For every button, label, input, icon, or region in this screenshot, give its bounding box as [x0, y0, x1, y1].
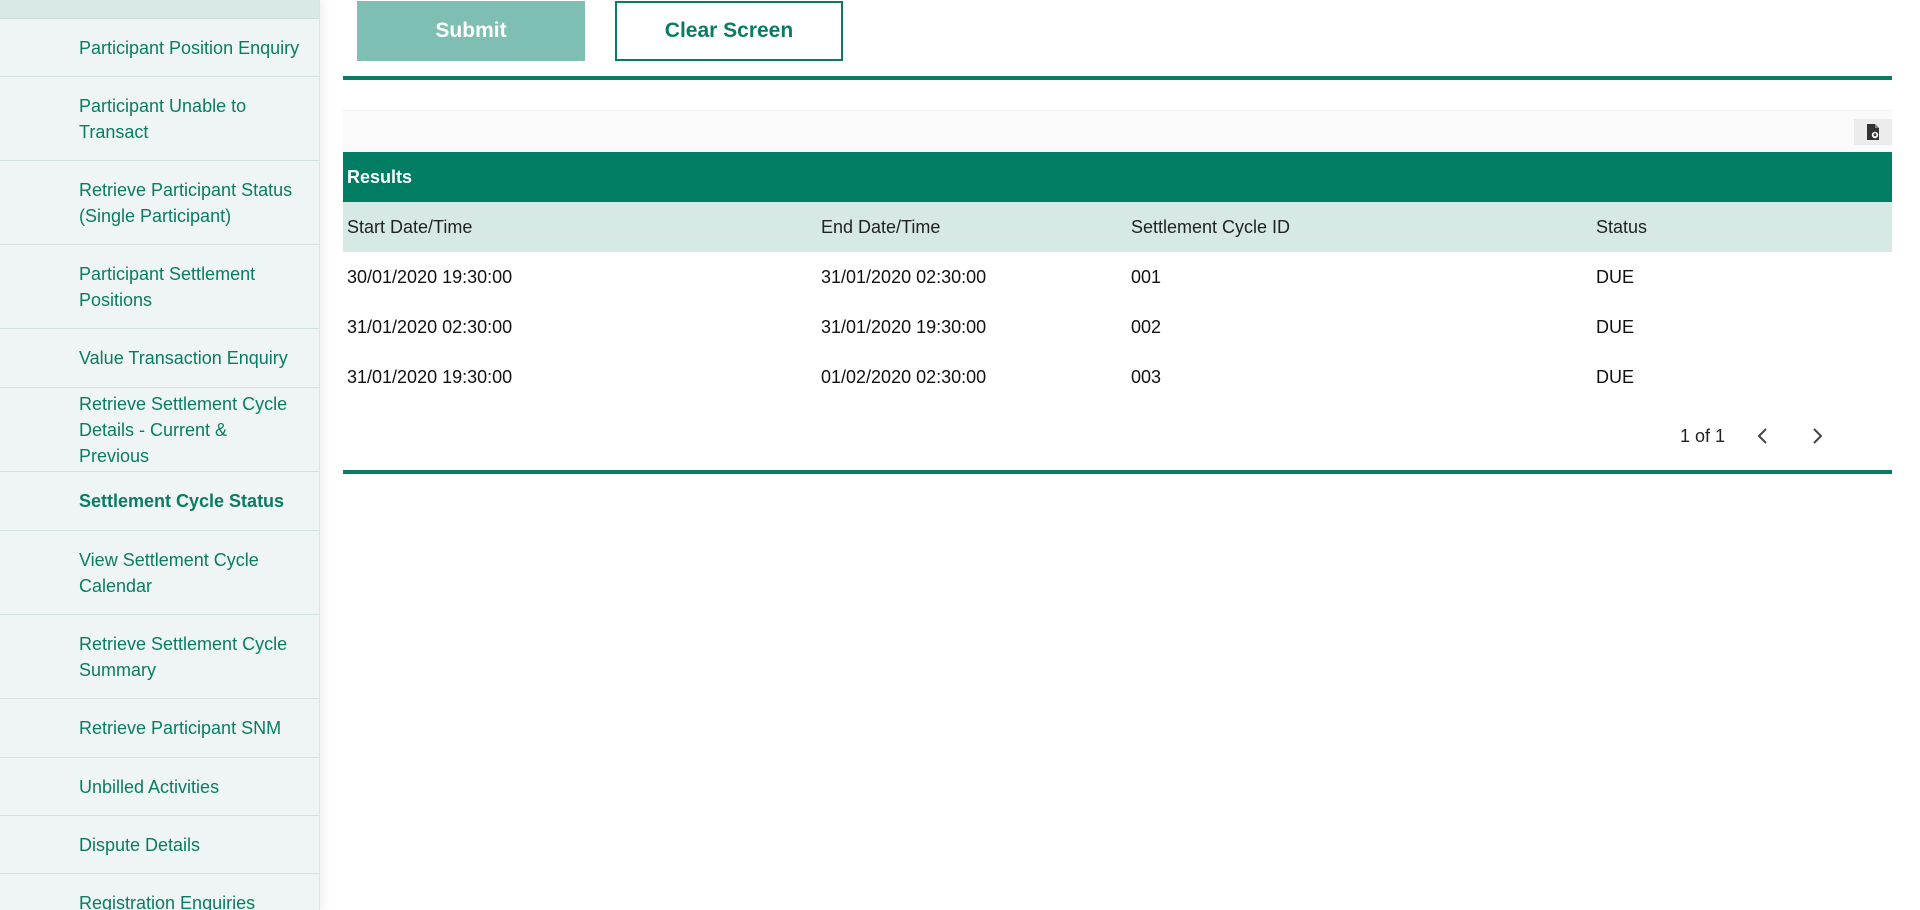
- sidebar-item-label: Retrieve Settlement Cycle Summary: [79, 633, 288, 680]
- sidebar-item-label: View Settlement Cycle Calendar: [79, 549, 259, 596]
- results-toolbar: [343, 110, 1892, 152]
- sidebar-top-item[interactable]: [0, 0, 319, 19]
- sidebar-item-label: Value Transaction Enquiry: [79, 348, 288, 368]
- cell-status: DUE: [1596, 266, 1635, 287]
- sidebar-item-label: Unbilled Activities: [79, 776, 220, 797]
- column-header-start-date[interactable]: Start Date/Time: [343, 202, 817, 252]
- table-row[interactable]: 31/01/2020 19:30:00 01/02/2020 02:30:00 …: [343, 352, 1892, 402]
- cell-settlement-cycle-id: 002: [1131, 316, 1162, 337]
- sidebar-item-label: Dispute Details: [79, 834, 201, 855]
- sidebar-item-registration-enquiries[interactable]: Registration Enquiries: [0, 874, 319, 910]
- cell-start-date: 31/01/2020 02:30:00: [347, 316, 513, 337]
- sidebar-item-retrieve-settlement-cycle-details[interactable]: Retrieve Settlement Cycle Details - Curr…: [0, 388, 319, 472]
- sidebar-item-retrieve-participant-snm[interactable]: Retrieve Participant SNM: [0, 699, 319, 758]
- sidebar-item-participant-unable-to-transact[interactable]: Participant Unable to Transact: [0, 77, 319, 161]
- sidebar-item-dispute-details[interactable]: Dispute Details: [0, 816, 319, 874]
- submit-button[interactable]: Submit: [357, 1, 585, 61]
- cell-end-date: 31/01/2020 19:30:00: [821, 316, 987, 337]
- sidebar-item-label: Participant Settlement Positions: [79, 263, 256, 310]
- sidebar-item-value-transaction-enquiry[interactable]: Value Transaction Enquiry: [0, 329, 319, 388]
- sidebar-item-unbilled-activities[interactable]: Unbilled Activities: [0, 758, 319, 816]
- sidebar-item-label: Participant Unable to Transact: [79, 95, 247, 142]
- sidebar-item-participant-position-enquiry[interactable]: Participant Position Enquiry: [0, 19, 319, 77]
- table-header-row: Start Date/Time End Date/Time Settlement…: [343, 202, 1892, 252]
- results-title: Results: [343, 152, 1892, 202]
- sidebar-item-label: Participant Position Enquiry: [79, 37, 300, 58]
- sidebar-item-label: Registration Enquiries: [79, 892, 256, 910]
- pagination: 1 of 1: [1680, 418, 1853, 454]
- sidebar-item-settlement-cycle-status[interactable]: Settlement Cycle Status: [0, 472, 319, 531]
- cell-settlement-cycle-id: 001: [1131, 266, 1162, 287]
- chevron-left-icon[interactable]: [1745, 418, 1781, 454]
- table-row[interactable]: 31/01/2020 02:30:00 31/01/2020 19:30:00 …: [343, 302, 1892, 352]
- chevron-right-icon-glyph: [1813, 428, 1823, 444]
- chevron-left-icon-glyph: [1757, 428, 1767, 444]
- sidebar-item-label: Retrieve Participant SNM: [79, 718, 282, 738]
- cell-start-date: 30/01/2020 19:30:00: [347, 266, 513, 287]
- results-table: Start Date/Time End Date/Time Settlement…: [343, 202, 1892, 402]
- cell-start-date: 31/01/2020 19:30:00: [347, 366, 513, 387]
- export-document-icon-glyph: [1867, 124, 1879, 140]
- page-indicator: 1 of 1: [1680, 425, 1726, 446]
- export-document-icon[interactable]: [1854, 119, 1892, 145]
- cell-status: DUE: [1596, 366, 1635, 387]
- column-header-status[interactable]: Status: [1592, 202, 1892, 252]
- table-row[interactable]: 30/01/2020 19:30:00 31/01/2020 02:30:00 …: [343, 252, 1892, 302]
- section-divider-bottom: [343, 470, 1892, 474]
- cell-settlement-cycle-id: 003: [1131, 366, 1162, 387]
- sidebar-item-retrieve-participant-status[interactable]: Retrieve Participant Status (Single Part…: [0, 161, 319, 245]
- section-divider-top: [343, 76, 1892, 80]
- main-content: Submit Clear Screen Results Start Date/T…: [340, 0, 1892, 910]
- sidebar-item-view-settlement-cycle-calendar[interactable]: View Settlement Cycle Calendar: [0, 531, 319, 615]
- sidebar-nav: Participant Position Enquiry Participant…: [0, 0, 320, 910]
- sidebar-item-participant-settlement-positions[interactable]: Participant Settlement Positions: [0, 245, 319, 329]
- sidebar-item-label: Retrieve Settlement Cycle Details - Curr…: [79, 393, 288, 466]
- column-header-settlement-cycle-id[interactable]: Settlement Cycle ID: [1127, 202, 1592, 252]
- chevron-right-icon[interactable]: [1799, 418, 1835, 454]
- sidebar-item-label: Retrieve Participant Status (Single Part…: [79, 179, 293, 226]
- cell-end-date: 01/02/2020 02:30:00: [821, 366, 987, 387]
- sidebar-item-retrieve-settlement-cycle-summary[interactable]: Retrieve Settlement Cycle Summary: [0, 615, 319, 699]
- sidebar-item-label: Settlement Cycle Status: [79, 491, 285, 511]
- clear-screen-button[interactable]: Clear Screen: [615, 1, 843, 61]
- cell-status: DUE: [1596, 316, 1635, 337]
- column-header-end-date[interactable]: End Date/Time: [817, 202, 1127, 252]
- cell-end-date: 31/01/2020 02:30:00: [821, 266, 987, 287]
